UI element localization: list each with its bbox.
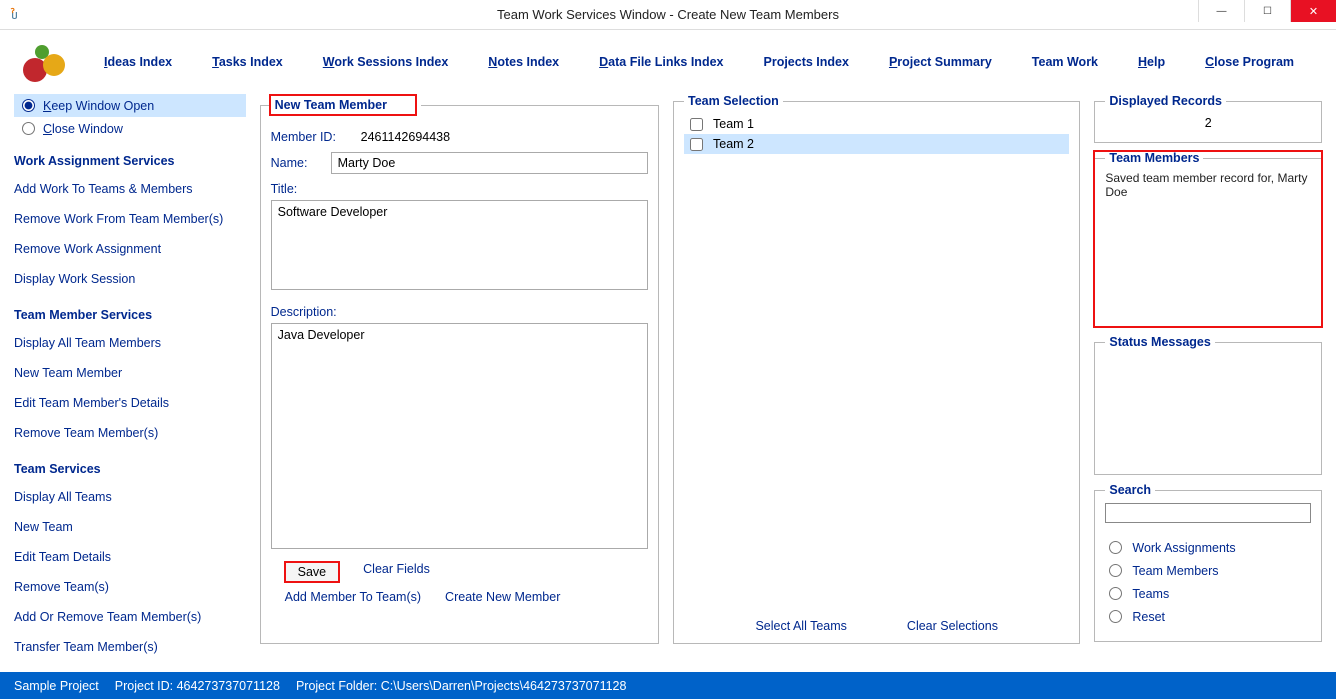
app-logo [20, 37, 70, 87]
team-item-1[interactable]: Team 1 [684, 114, 1069, 134]
team-item-2[interactable]: Team 2 [684, 134, 1069, 154]
team-2-checkbox[interactable] [690, 138, 703, 151]
create-new-member-link[interactable]: Create New Member [445, 590, 560, 604]
name-label: Name: [271, 156, 321, 170]
menu-project-summary[interactable]: Project Summary [889, 55, 992, 69]
title-textarea[interactable] [271, 200, 648, 290]
menu-ideas-index[interactable]: Ideas Index [104, 55, 172, 69]
menu-help[interactable]: Help [1138, 55, 1165, 69]
status-messages-fieldset: Status Messages [1094, 335, 1322, 475]
menu-data-file-links-index[interactable]: Data File Links Index [599, 55, 723, 69]
sidebar: Keep Window Open Close Window Work Assig… [14, 94, 246, 652]
search-radio-team-members[interactable] [1109, 564, 1122, 577]
svc-new-team[interactable]: New Team [14, 520, 246, 534]
search-fieldset: Search Work Assignments Team Members Tea… [1094, 483, 1322, 642]
team-selection-fieldset: Team Selection Team 1 Team 2 Select All … [673, 94, 1080, 644]
maximize-button[interactable]: ☐ [1244, 0, 1290, 22]
menu-tasks-index[interactable]: Tasks Index [212, 55, 283, 69]
name-input[interactable] [331, 152, 648, 174]
menubar: Ideas Index Tasks Index Work Sessions In… [0, 30, 1336, 94]
search-legend: Search [1105, 483, 1155, 497]
search-opt-reset[interactable]: Reset [1107, 608, 1309, 625]
keep-window-open-radio[interactable]: Keep Window Open [14, 94, 246, 117]
status-project-folder: Project Folder: C:\Users\Darren\Projects… [296, 679, 627, 693]
minimize-button[interactable]: — [1198, 0, 1244, 22]
search-radio-work-assignments[interactable] [1109, 541, 1122, 554]
svc-new-team-member[interactable]: New Team Member [14, 366, 246, 380]
displayed-records-fieldset: Displayed Records 2 [1094, 94, 1322, 143]
displayed-records-legend: Displayed Records [1105, 94, 1226, 108]
menu-projects-index[interactable]: Projects Index [764, 55, 849, 69]
select-all-teams-link[interactable]: Select All Teams [755, 619, 846, 633]
new-team-member-legend: New Team Member [271, 94, 421, 116]
svc-edit-team-member[interactable]: Edit Team Member's Details [14, 396, 246, 410]
status-project-name: Sample Project [14, 679, 99, 693]
team-members-message: Saved team member record for, Marty Doe [1105, 171, 1311, 199]
svc-remove-work-from-member[interactable]: Remove Work From Team Member(s) [14, 212, 246, 226]
svc-display-all-team-members[interactable]: Display All Team Members [14, 336, 246, 350]
svc-add-remove-team-members[interactable]: Add Or Remove Team Member(s) [14, 610, 246, 624]
status-project-id: Project ID: 464273737071128 [115, 679, 280, 693]
search-opt-work-assignments[interactable]: Work Assignments [1107, 539, 1309, 556]
team-members-legend: Team Members [1105, 151, 1203, 165]
menu-team-work[interactable]: Team Work [1032, 55, 1098, 69]
team-list: Team 1 Team 2 [684, 114, 1069, 602]
search-opt-teams[interactable]: Teams [1107, 585, 1309, 602]
keep-window-open-radio-input[interactable] [22, 99, 35, 112]
displayed-records-count: 2 [1105, 114, 1311, 132]
search-radio-teams[interactable] [1109, 587, 1122, 600]
search-radio-reset[interactable] [1109, 610, 1122, 623]
status-messages-legend: Status Messages [1105, 335, 1214, 349]
svc-transfer-team-members[interactable]: Transfer Team Member(s) [14, 640, 246, 654]
menu-notes-index[interactable]: Notes Index [488, 55, 559, 69]
svc-display-all-teams[interactable]: Display All Teams [14, 490, 246, 504]
search-opt-team-members[interactable]: Team Members [1107, 562, 1309, 579]
add-member-to-teams-link[interactable]: Add Member To Team(s) [285, 590, 421, 604]
save-button[interactable]: Save [285, 562, 340, 582]
svc-remove-team-member[interactable]: Remove Team Member(s) [14, 426, 246, 440]
statusbar: Sample Project Project ID: 4642737370711… [0, 672, 1336, 699]
team-services-heading: Team Services [14, 462, 246, 476]
description-textarea[interactable] [271, 323, 648, 549]
description-label: Description: [271, 305, 351, 319]
svc-edit-team-details[interactable]: Edit Team Details [14, 550, 246, 564]
menu-close-program[interactable]: Close Program [1205, 55, 1294, 69]
team-1-checkbox[interactable] [690, 118, 703, 131]
close-window-radio[interactable]: Close Window [14, 117, 246, 140]
menu-work-sessions-index[interactable]: Work Sessions Index [323, 55, 449, 69]
team-member-services-heading: Team Member Services [14, 308, 246, 322]
svc-remove-work-assignment[interactable]: Remove Work Assignment [14, 242, 246, 256]
java-icon [6, 6, 24, 24]
title-label: Title: [271, 182, 351, 196]
svc-add-work[interactable]: Add Work To Teams & Members [14, 182, 246, 196]
team-selection-legend: Team Selection [684, 94, 783, 108]
search-input[interactable] [1105, 503, 1311, 523]
work-assignment-services-heading: Work Assignment Services [14, 154, 246, 168]
window-title: Team Work Services Window - Create New T… [0, 7, 1336, 22]
svc-display-work-session[interactable]: Display Work Session [14, 272, 246, 286]
close-window-radio-input[interactable] [22, 122, 35, 135]
new-team-member-fieldset: New Team Member Member ID: 2461142694438… [260, 94, 659, 644]
member-id-value: 2461142694438 [361, 130, 450, 144]
titlebar: Team Work Services Window - Create New T… [0, 0, 1336, 30]
clear-selections-link[interactable]: Clear Selections [907, 619, 998, 633]
clear-fields-link[interactable]: Clear Fields [363, 562, 430, 582]
team-members-fieldset: Team Members Saved team member record fo… [1094, 151, 1322, 327]
member-id-label: Member ID: [271, 130, 351, 144]
svc-remove-teams[interactable]: Remove Team(s) [14, 580, 246, 594]
close-button[interactable]: ✕ [1290, 0, 1336, 22]
